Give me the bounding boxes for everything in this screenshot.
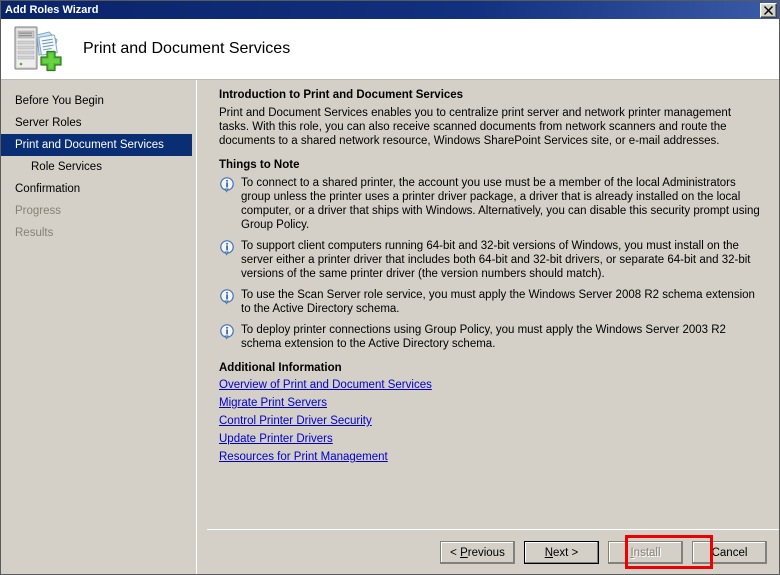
previous-accel: P [460,546,468,559]
intro-heading: Introduction to Print and Document Servi… [219,89,464,101]
link-row: Migrate Print Servers [219,397,767,409]
info-icon [219,177,235,193]
things-to-note-list: To connect to a shared printer, the acco… [219,176,767,351]
sidebar-item-print-and-document-services[interactable]: Print and Document Services [1,134,192,156]
note-text: To connect to a shared printer, the acco… [241,177,760,231]
link-row: Update Printer Drivers [219,433,767,445]
note-item: To support client computers running 64-b… [219,239,767,281]
info-icon [219,240,235,256]
note-item: To use the Scan Server role service, you… [219,288,767,316]
link-update-printer-drivers[interactable]: Update Printer Drivers [219,433,333,445]
note-text: To support client computers running 64-b… [241,240,751,280]
link-row: Control Printer Driver Security [219,415,767,427]
content-column: Introduction to Print and Document Servi… [197,80,779,574]
info-icon [219,324,235,340]
note-text: To use the Scan Server role service, you… [241,289,755,315]
sidebar-item-confirmation[interactable]: Confirmation [1,178,196,200]
intro-paragraph: Print and Document Services enables you … [219,107,732,147]
add-roles-wizard-window: Add Roles Wizard Print and Document Serv… [0,0,780,575]
link-row: Overview of Print and Document Services [219,379,767,391]
window-titlebar: Add Roles Wizard [1,1,779,19]
print-document-services-add-icon [11,24,65,74]
wizard-body: Before You Begin Server Roles Print and … [1,80,779,574]
page-title: Print and Document Services [83,40,291,57]
sidebar-item-server-roles[interactable]: Server Roles [1,112,196,134]
next-accel: N [544,546,554,559]
next-button[interactable]: Next > [524,541,599,564]
note-item: To connect to a shared printer, the acco… [219,176,767,232]
sidebar-item-results: Results [15,227,54,239]
link-resources-for-print-management[interactable]: Resources for Print Management [219,451,388,463]
additional-information-heading: Additional Information [219,362,342,374]
wizard-header: Print and Document Services [1,19,779,80]
sidebar-item-progress: Progress [15,205,62,217]
link-overview-of-print-and-document-services[interactable]: Overview of Print and Document Services [219,379,432,391]
next-label-rest: ext > [553,546,579,559]
info-icon [219,289,235,305]
install-button: Install [608,541,683,564]
close-icon[interactable] [760,2,777,18]
cancel-button[interactable]: Cancel [692,541,767,564]
install-label-rest: nstall [633,546,661,559]
things-to-note-heading: Things to Note [219,159,300,171]
sidebar-item-before-you-begin[interactable]: Before You Begin [1,90,196,112]
note-text: To deploy printer connections using Grou… [241,324,726,350]
additional-information-links: Overview of Print and Document Services … [219,379,767,463]
wizard-content-panel: Introduction to Print and Document Servi… [207,80,779,529]
note-item: To deploy printer connections using Grou… [219,323,767,351]
wizard-footer: < Previous Next > Install Cancel [207,529,779,574]
link-row: Resources for Print Management [219,451,767,463]
wizard-steps-sidebar: Before You Begin Server Roles Print and … [1,80,197,574]
previous-label-rest: revious [467,546,505,559]
window-title: Add Roles Wizard [5,4,99,16]
sidebar-item-role-services[interactable]: Role Services [1,156,196,178]
previous-button[interactable]: < Previous [440,541,515,564]
link-control-printer-driver-security[interactable]: Control Printer Driver Security [219,415,372,427]
link-migrate-print-servers[interactable]: Migrate Print Servers [219,397,327,409]
